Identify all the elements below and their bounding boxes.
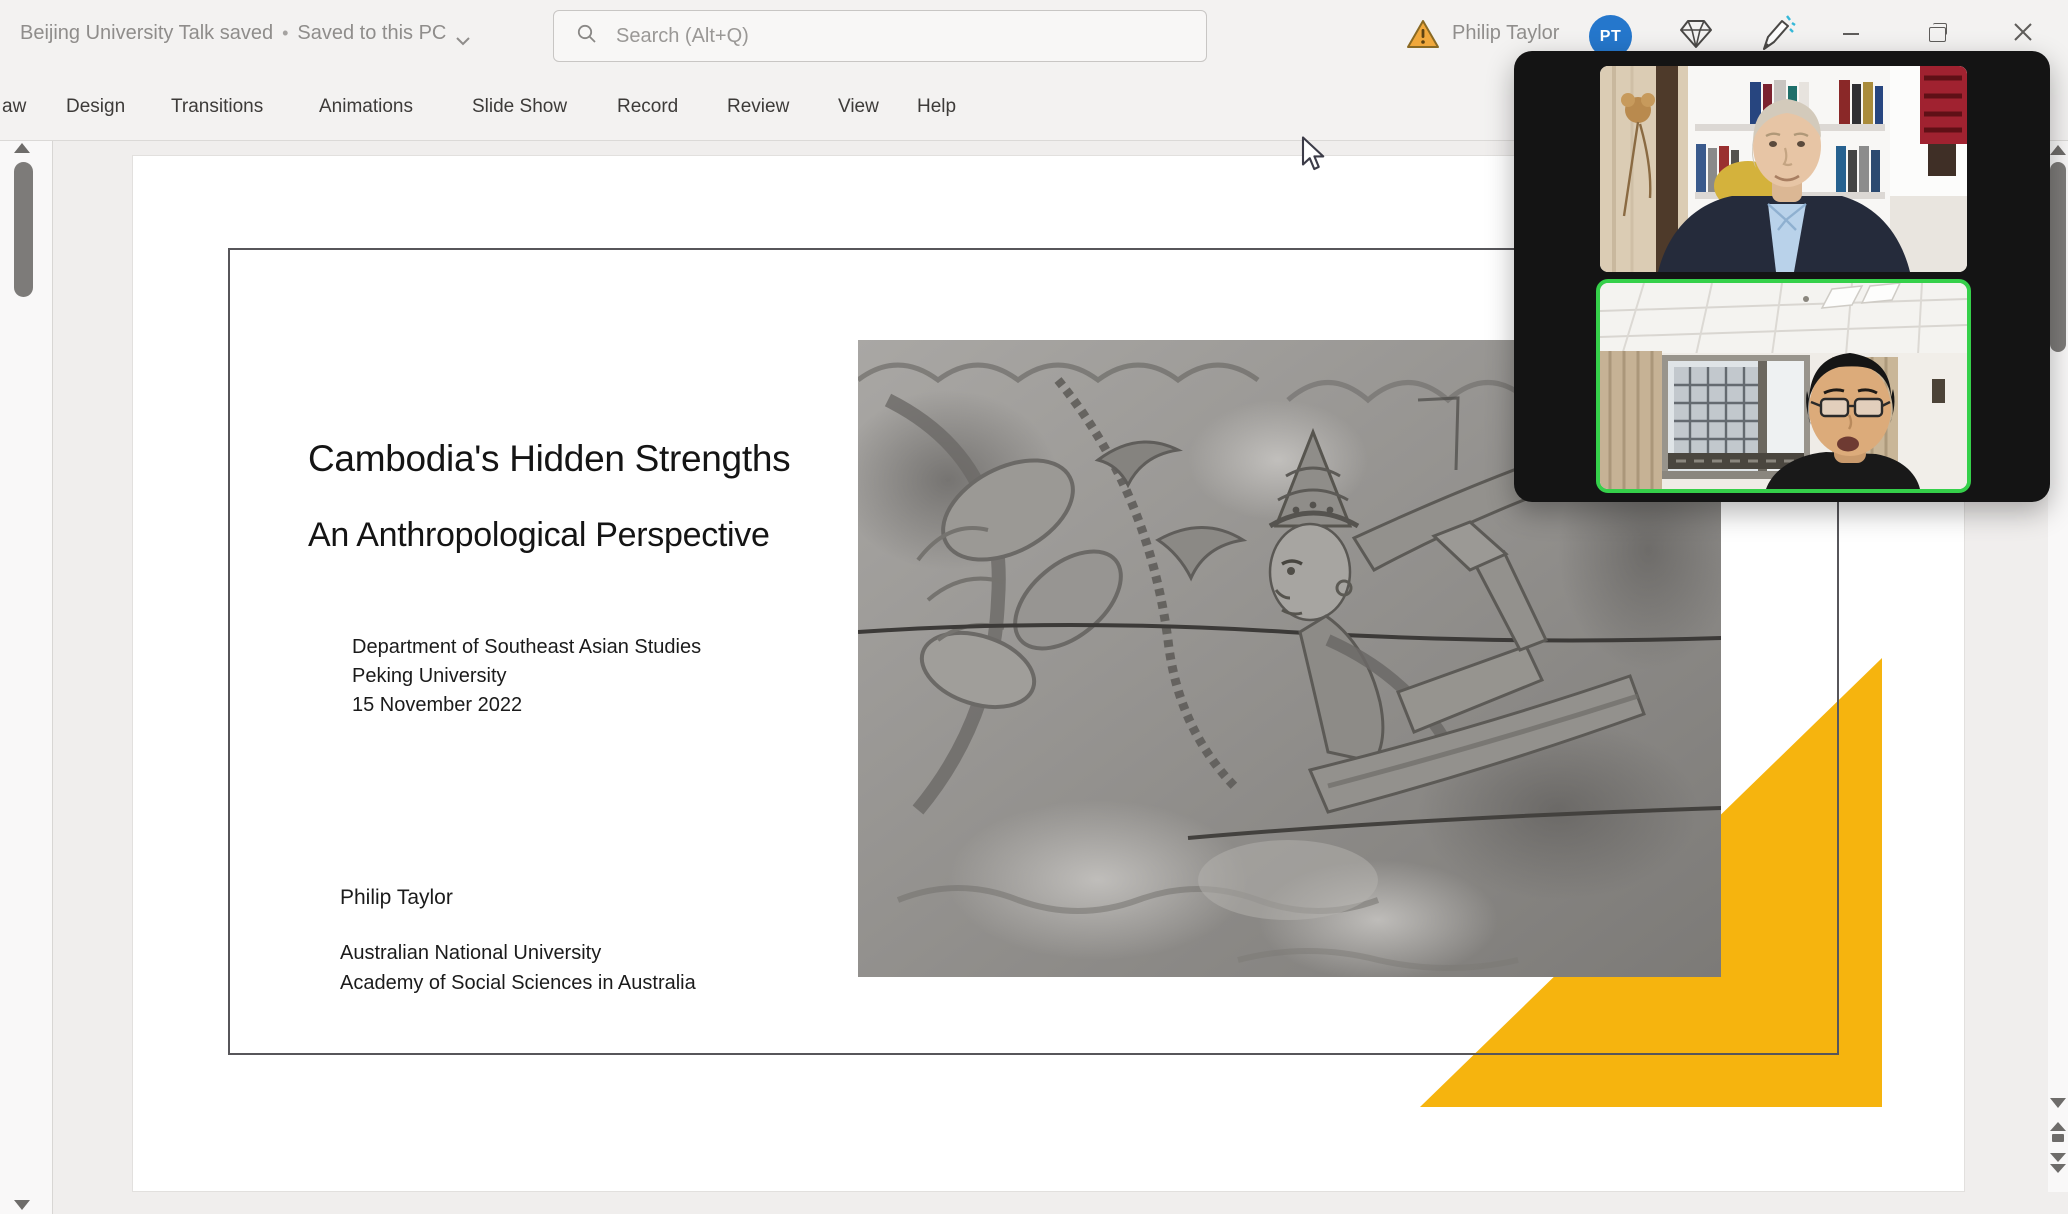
scroll-up-arrow[interactable] — [14, 143, 30, 153]
affiliation-line: Department of Southeast Asian Studies — [352, 633, 701, 662]
document-title-group: Beijing University Talk saved • Saved to… — [20, 22, 471, 45]
video-participant-top[interactable] — [1600, 66, 1967, 272]
slide-subtitle[interactable]: An Anthropological Perspective — [308, 516, 770, 555]
scrollbar-down-arrow[interactable] — [2050, 1098, 2066, 1108]
designer-button[interactable] — [1674, 16, 1718, 56]
affiliation-block[interactable]: Department of Southeast Asian Studies Pe… — [352, 633, 701, 720]
slide-author[interactable]: Philip Taylor — [340, 886, 453, 910]
tab-slide-show[interactable]: Slide Show — [472, 92, 567, 122]
next-slide-button[interactable] — [2049, 1152, 2067, 1179]
save-location-label: Saved to this PC — [297, 22, 446, 45]
previous-slide-button[interactable] — [2049, 1122, 2067, 1149]
tab-draw-partial[interactable]: aw — [2, 92, 26, 122]
slide-title[interactable]: Cambodia's Hidden Strengths — [308, 438, 790, 480]
mouse-cursor — [1300, 136, 1330, 172]
account-name[interactable]: Philip Taylor — [1452, 22, 1559, 45]
left-scrollbar-thumb[interactable] — [14, 162, 33, 297]
institution-line: Academy of Social Sciences in Australia — [340, 968, 696, 998]
thumbnail-pane-scroll-strip — [0, 140, 53, 1214]
scroll-down-arrow[interactable] — [14, 1200, 30, 1210]
document-title: Beijing University Talk saved — [20, 22, 273, 45]
search-input[interactable] — [614, 24, 1158, 49]
chevron-down-icon[interactable] — [455, 29, 471, 39]
tab-review[interactable]: Review — [727, 92, 789, 122]
ink-pen-button[interactable] — [1752, 14, 1798, 56]
tab-animations[interactable]: Animations — [319, 92, 413, 122]
tab-design[interactable]: Design — [66, 92, 125, 122]
title-separator: • — [282, 23, 288, 44]
search-icon — [576, 23, 598, 50]
institution-block[interactable]: Australian National University Academy o… — [340, 938, 696, 998]
restore-button[interactable] — [1912, 12, 1962, 56]
alert-button[interactable] — [1404, 18, 1442, 54]
tab-help[interactable]: Help — [917, 92, 956, 122]
tab-record[interactable]: Record — [617, 92, 678, 122]
gem-icon — [1678, 18, 1714, 55]
institution-line: Australian National University — [340, 938, 696, 968]
minimize-button[interactable] — [1826, 12, 1876, 56]
search-box[interactable] — [553, 10, 1207, 62]
video-participant-active-speaker[interactable] — [1596, 279, 1971, 493]
zoom-call-panel[interactable] — [1514, 51, 2050, 502]
close-button[interactable] — [1998, 12, 2048, 56]
tab-view[interactable]: View — [838, 92, 879, 122]
close-icon — [2013, 22, 2033, 47]
affiliation-line: Peking University — [352, 662, 701, 691]
minimize-icon — [1843, 33, 1859, 35]
scrollbar-up-arrow[interactable] — [2050, 145, 2066, 155]
warning-triangle-icon — [1406, 19, 1440, 54]
vertical-scrollbar — [2048, 140, 2068, 1192]
tab-transitions[interactable]: Transitions — [171, 92, 263, 122]
affiliation-line: 15 November 2022 — [352, 691, 701, 720]
restore-icon — [1929, 27, 1946, 42]
right-scrollbar-thumb[interactable] — [2050, 162, 2066, 352]
